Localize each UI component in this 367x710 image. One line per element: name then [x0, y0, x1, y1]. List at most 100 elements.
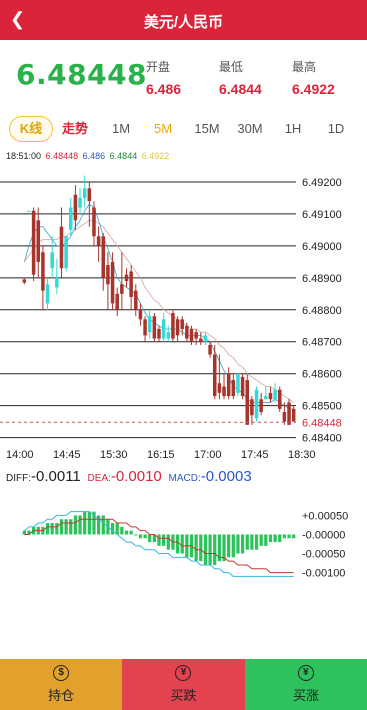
macd-chart: +0.00050 -0.00000 -0.00050 -0.00100 — [22, 510, 348, 580]
candle — [236, 373, 240, 397]
candle-body — [82, 188, 87, 198]
tab-trend[interactable]: 走势 — [60, 116, 90, 142]
diff-value: -0.0011 — [31, 468, 81, 485]
candle-body — [27, 210, 31, 212]
candle-body — [124, 274, 129, 282]
candlestick-chart[interactable]: 6.49200 6.49100 6.49000 6.48900 6.48800 6.487… — [0, 162, 367, 462]
tab-30m[interactable]: 30M — [235, 116, 265, 142]
macd-bar — [64, 519, 68, 535]
macd-bar — [259, 534, 263, 546]
candle-body — [134, 290, 138, 310]
candle-body — [199, 338, 203, 342]
x-tick-label: 14:00 — [6, 449, 34, 461]
wallet-icon: $ — [53, 665, 70, 681]
candle-body — [189, 328, 194, 342]
candle-body — [22, 279, 27, 283]
high-stat: 最高 6.4922 — [292, 58, 335, 97]
candle-body — [194, 332, 198, 339]
candle-body — [59, 226, 64, 269]
macd-bar — [245, 534, 249, 550]
tab-15m[interactable]: 15M — [192, 116, 222, 142]
candle — [41, 245, 45, 310]
macd-bar — [208, 534, 212, 565]
candle-body — [254, 389, 259, 419]
candle-body — [291, 408, 296, 422]
y-tick-label: 6.48400 — [302, 433, 342, 445]
candle-body — [264, 396, 268, 400]
macd-bar — [250, 534, 254, 550]
page-title: 美元/人民币 — [143, 14, 224, 31]
macd-bar — [175, 534, 180, 554]
candle-body — [268, 392, 273, 400]
candle-body — [157, 328, 161, 339]
tab-1m[interactable]: 1M — [108, 116, 134, 142]
candle — [185, 322, 189, 342]
candle-body — [96, 236, 101, 246]
tab-1h[interactable]: 1H — [282, 116, 304, 142]
candle-body — [166, 332, 171, 339]
high-value: 6.4922 — [292, 81, 335, 97]
macd-bar — [162, 534, 166, 546]
candle — [273, 383, 277, 403]
hold-button[interactable]: $ 持仓 — [0, 659, 123, 710]
macd-bar — [143, 534, 147, 539]
macd-bar — [194, 534, 198, 562]
candle — [277, 386, 282, 413]
candle-body — [171, 312, 175, 339]
candle — [222, 373, 226, 400]
macd-bar — [213, 534, 217, 565]
macd-bar — [115, 523, 119, 535]
macd-bar — [157, 534, 161, 546]
candle — [259, 392, 263, 416]
tab-kline[interactable]: K线 — [9, 116, 53, 142]
candle — [82, 175, 87, 208]
macd-bar — [236, 534, 240, 554]
macd-y-tick-label: -0.00100 — [302, 568, 345, 580]
macd-y-tick-label: -0.00000 — [302, 529, 345, 541]
candle — [110, 252, 115, 310]
macd-value: -0.0003 — [200, 468, 252, 485]
candle — [106, 252, 110, 310]
macd-bar — [166, 534, 170, 550]
legend-close: 6.48448 — [45, 151, 79, 161]
current-price-label: 6.48448 — [302, 417, 342, 429]
macd-y-tick-label: +0.00050 — [302, 510, 348, 522]
candle — [50, 236, 54, 278]
candle — [101, 233, 106, 291]
candle-body — [138, 309, 143, 320]
macd-bar — [287, 534, 291, 539]
macd-bar — [148, 534, 152, 543]
candle — [291, 405, 296, 422]
macd-bar — [134, 534, 138, 536]
candle — [129, 265, 133, 310]
legend-open: 6.486 — [82, 151, 106, 161]
x-tick-label: 17:45 — [241, 449, 269, 461]
candle — [217, 354, 222, 400]
yen-icon: ¥ — [175, 665, 192, 681]
yen-icon: ¥ — [297, 665, 314, 681]
candle — [166, 325, 171, 342]
macd-bar — [120, 526, 124, 535]
macd-bar — [50, 523, 54, 535]
candle — [115, 287, 119, 317]
candle-body — [236, 373, 240, 393]
buy-up-button[interactable]: ¥ 买涨 — [244, 659, 367, 710]
tab-5m[interactable]: 5M — [150, 116, 176, 142]
ohlc-legend: 18:51:00 6.48448 6.486 6.4844 6.4922 — [6, 151, 171, 161]
candle-body — [185, 325, 189, 339]
macd-bar — [231, 534, 235, 558]
period-tabs: K线 走势 1M 5M 15M 30M 1H 1D — [0, 116, 367, 142]
candle-body — [212, 354, 217, 397]
tab-1d[interactable]: 1D — [325, 116, 347, 142]
candle — [287, 399, 291, 425]
low-value: 6.4844 — [219, 81, 262, 97]
current-price: 6.48448 — [16, 58, 148, 91]
candle — [59, 207, 64, 278]
candle — [203, 332, 208, 345]
macd-bar — [278, 534, 282, 543]
high-label: 最高 — [292, 60, 317, 74]
candle — [92, 201, 96, 246]
sell-down-button[interactable]: ¥ 买跌 — [122, 659, 245, 710]
candle — [27, 210, 31, 212]
candle-body — [68, 207, 73, 230]
